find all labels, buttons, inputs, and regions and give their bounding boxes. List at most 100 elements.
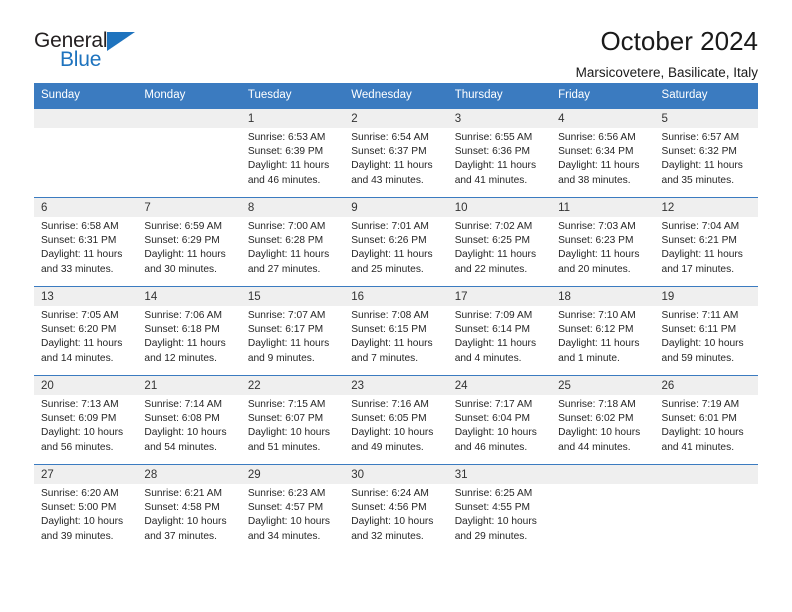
day-cell[interactable]: 14 Sunrise: 7:06 AM Sunset: 6:18 PM Dayl… — [137, 286, 241, 375]
sunset-text: Sunset: 6:23 PM — [558, 235, 634, 246]
day-cell[interactable]: 23 Sunrise: 7:16 AM Sunset: 6:05 PM Dayl… — [344, 375, 448, 464]
sunrise-text: Sunrise: 6:58 AM — [41, 220, 119, 232]
sunrise-text: Sunrise: 7:13 AM — [41, 398, 119, 410]
day-cell[interactable]: 7 Sunrise: 6:59 AM Sunset: 6:29 PM Dayli… — [137, 197, 241, 286]
logo-triangle-icon — [107, 32, 135, 51]
sunrise-text: Sunrise: 6:21 AM — [144, 487, 223, 499]
day-cell[interactable]: 20 Sunrise: 7:13 AM Sunset: 6:09 PM Dayl… — [34, 375, 138, 464]
day-number: 14 — [137, 286, 241, 306]
day-cell[interactable]: 2 Sunrise: 6:54 AM Sunset: 6:37 PM Dayli… — [344, 108, 448, 197]
day-cell[interactable]: 17 Sunrise: 7:09 AM Sunset: 6:14 PM Dayl… — [447, 286, 552, 375]
day-number: 3 — [447, 108, 552, 128]
week-row: 1 Sunrise: 6:53 AM Sunset: 6:39 PM Dayli… — [34, 108, 758, 197]
daylight-text: Daylight: 11 hours and 12 minutes. — [144, 338, 226, 364]
day-cell[interactable]: 13 Sunrise: 7:05 AM Sunset: 6:20 PM Dayl… — [34, 286, 138, 375]
day-details: Sunrise: 7:19 AM Sunset: 6:01 PM Dayligh… — [655, 395, 758, 456]
day-details — [137, 128, 240, 131]
day-cell[interactable]: 26 Sunrise: 7:19 AM Sunset: 6:01 PM Dayl… — [654, 375, 758, 464]
day-number: 15 — [240, 286, 345, 306]
daylight-text: Daylight: 11 hours and 17 minutes. — [661, 249, 743, 275]
day-cell[interactable]: 27 Sunrise: 6:20 AM Sunset: 5:00 PM Dayl… — [34, 464, 138, 553]
day-number: 1 — [240, 108, 345, 128]
day-cell — [654, 464, 758, 553]
weekday-wednesday: Wednesday — [351, 89, 412, 101]
day-cell[interactable]: 11 Sunrise: 7:03 AM Sunset: 6:23 PM Dayl… — [551, 197, 655, 286]
page-header: General Blue October 2024 Marsicovetere,… — [34, 0, 758, 79]
day-details — [34, 128, 137, 131]
sunset-text: Sunset: 6:17 PM — [247, 324, 324, 335]
sunset-text: Sunset: 6:01 PM — [661, 413, 737, 424]
day-cell[interactable]: 28 Sunrise: 6:21 AM Sunset: 4:58 PM Dayl… — [137, 464, 241, 553]
daylight-text: Daylight: 10 hours and 37 minutes. — [144, 516, 227, 542]
day-details: Sunrise: 6:55 AM Sunset: 6:36 PM Dayligh… — [448, 128, 551, 189]
sunset-text: Sunset: 6:31 PM — [41, 235, 117, 246]
day-number: 23 — [344, 375, 448, 395]
daylight-text: Daylight: 11 hours and 30 minutes. — [144, 249, 226, 275]
sunrise-text: Sunrise: 7:02 AM — [454, 220, 533, 232]
day-cell[interactable]: 3 Sunrise: 6:55 AM Sunset: 6:36 PM Dayli… — [447, 108, 552, 197]
week-row: 20 Sunrise: 7:13 AM Sunset: 6:09 PM Dayl… — [34, 374, 758, 464]
day-number: 31 — [447, 464, 552, 484]
day-cell — [34, 108, 138, 197]
day-number: 24 — [447, 375, 552, 395]
day-cell[interactable]: 19 Sunrise: 7:11 AM Sunset: 6:11 PM Dayl… — [654, 286, 758, 375]
day-number — [34, 108, 138, 128]
day-details: Sunrise: 7:00 AM Sunset: 6:28 PM Dayligh… — [241, 217, 344, 278]
daylight-text: Daylight: 11 hours and 4 minutes. — [454, 338, 537, 364]
daylight-text: Daylight: 10 hours and 39 minutes. — [41, 516, 124, 542]
sunset-text: Sunset: 6:20 PM — [41, 324, 117, 335]
general-blue-logo[interactable]: General Blue — [34, 28, 154, 76]
day-cell[interactable]: 5 Sunrise: 6:57 AM Sunset: 6:32 PM Dayli… — [654, 108, 758, 197]
day-cell[interactable]: 8 Sunrise: 7:00 AM Sunset: 6:28 PM Dayli… — [240, 197, 345, 286]
sunset-text: Sunset: 6:14 PM — [454, 324, 531, 335]
day-cell[interactable]: 18 Sunrise: 7:10 AM Sunset: 6:12 PM Dayl… — [551, 286, 655, 375]
day-cell[interactable]: 31 Sunrise: 6:25 AM Sunset: 4:55 PM Dayl… — [447, 464, 552, 553]
day-cell[interactable]: 6 Sunrise: 6:58 AM Sunset: 6:31 PM Dayli… — [34, 197, 138, 286]
day-number: 21 — [137, 375, 241, 395]
day-number: 4 — [551, 108, 655, 128]
sunrise-text: Sunrise: 7:14 AM — [144, 398, 223, 410]
day-details: Sunrise: 6:54 AM Sunset: 6:37 PM Dayligh… — [344, 128, 447, 189]
sunset-text: Sunset: 4:58 PM — [144, 502, 220, 513]
day-cell[interactable]: 30 Sunrise: 6:24 AM Sunset: 4:56 PM Dayl… — [344, 464, 448, 553]
day-cell[interactable]: 21 Sunrise: 7:14 AM Sunset: 6:08 PM Dayl… — [137, 375, 241, 464]
daylight-text: Daylight: 10 hours and 29 minutes. — [454, 516, 537, 542]
day-cell[interactable]: 16 Sunrise: 7:08 AM Sunset: 6:15 PM Dayl… — [344, 286, 448, 375]
day-cell[interactable]: 15 Sunrise: 7:07 AM Sunset: 6:17 PM Dayl… — [240, 286, 345, 375]
weekday-sunday: Sunday — [41, 89, 81, 101]
page-subtitle: Marsicovetere, Basilicate, Italy — [575, 65, 758, 81]
day-cell[interactable]: 10 Sunrise: 7:02 AM Sunset: 6:25 PM Dayl… — [447, 197, 552, 286]
sunset-text: Sunset: 6:07 PM — [247, 413, 324, 424]
day-cell[interactable]: 12 Sunrise: 7:04 AM Sunset: 6:21 PM Dayl… — [654, 197, 758, 286]
day-cell — [551, 464, 655, 553]
day-cell[interactable]: 4 Sunrise: 6:56 AM Sunset: 6:34 PM Dayli… — [551, 108, 655, 197]
day-details: Sunrise: 7:01 AM Sunset: 6:26 PM Dayligh… — [344, 217, 447, 278]
daylight-text: Daylight: 11 hours and 22 minutes. — [454, 249, 537, 275]
sunset-text: Sunset: 6:34 PM — [558, 146, 634, 157]
day-cell[interactable]: 25 Sunrise: 7:18 AM Sunset: 6:02 PM Dayl… — [551, 375, 655, 464]
day-cell[interactable]: 22 Sunrise: 7:15 AM Sunset: 6:07 PM Dayl… — [240, 375, 345, 464]
sunrise-text: Sunrise: 6:55 AM — [454, 131, 533, 143]
sunrise-text: Sunrise: 7:01 AM — [351, 220, 429, 232]
sunrise-text: Sunrise: 6:54 AM — [351, 131, 429, 143]
week-row: 27 Sunrise: 6:20 AM Sunset: 5:00 PM Dayl… — [34, 463, 758, 553]
day-cell[interactable]: 24 Sunrise: 7:17 AM Sunset: 6:04 PM Dayl… — [447, 375, 552, 464]
daylight-text: Daylight: 10 hours and 34 minutes. — [247, 516, 330, 542]
logo-text-blue: Blue — [60, 48, 102, 71]
day-number: 12 — [654, 197, 758, 217]
daylight-text: Daylight: 11 hours and 46 minutes. — [247, 160, 330, 186]
daylight-text: Daylight: 10 hours and 46 minutes. — [454, 427, 537, 453]
day-number: 13 — [34, 286, 138, 306]
day-details: Sunrise: 7:16 AM Sunset: 6:05 PM Dayligh… — [344, 395, 447, 456]
sunrise-text: Sunrise: 7:18 AM — [558, 398, 636, 410]
week-row: 13 Sunrise: 7:05 AM Sunset: 6:20 PM Dayl… — [34, 285, 758, 375]
day-details: Sunrise: 6:23 AM Sunset: 4:57 PM Dayligh… — [241, 484, 344, 545]
daylight-text: Daylight: 11 hours and 35 minutes. — [661, 160, 743, 186]
day-details: Sunrise: 6:24 AM Sunset: 4:56 PM Dayligh… — [344, 484, 447, 545]
day-cell[interactable]: 1 Sunrise: 6:53 AM Sunset: 6:39 PM Dayli… — [240, 108, 345, 197]
day-cell[interactable]: 9 Sunrise: 7:01 AM Sunset: 6:26 PM Dayli… — [344, 197, 448, 286]
sunset-text: Sunset: 6:15 PM — [351, 324, 427, 335]
daylight-text: Daylight: 11 hours and 33 minutes. — [41, 249, 123, 275]
daylight-text: Daylight: 10 hours and 56 minutes. — [41, 427, 124, 453]
day-cell[interactable]: 29 Sunrise: 6:23 AM Sunset: 4:57 PM Dayl… — [240, 464, 345, 553]
